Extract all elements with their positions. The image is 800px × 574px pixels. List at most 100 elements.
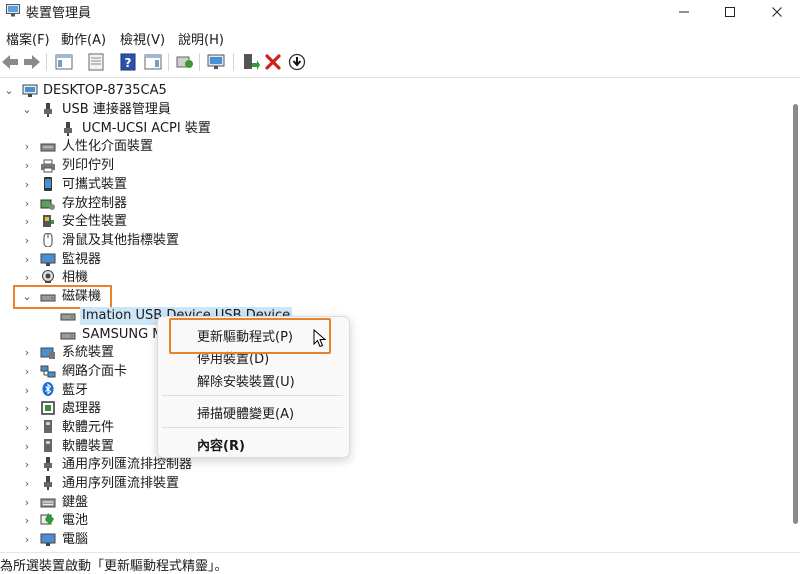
menu-file[interactable]: 檔案(F) (6, 29, 50, 48)
enable-device-icon[interactable] (240, 52, 260, 72)
collapsed-chevron-icon[interactable]: › (22, 419, 32, 437)
software-component-icon (44, 420, 52, 433)
forward-arrow-icon[interactable] (22, 52, 42, 72)
tree-item-label: 電腦 (62, 532, 89, 547)
maximize-button[interactable] (707, 0, 753, 24)
title-bar: 裝置管理員 (0, 0, 800, 24)
device-tree: ⌄ DESKTOP-8735CA5 ⌄ USB 連接器管理員 UCM-UCSI … (0, 80, 790, 549)
menu-bar: 檔案(F) 動作(A) 檢視(V) 說明(H) (0, 27, 800, 48)
tree-item-ucm-ucsi[interactable]: UCM-UCSI ACPI 裝置 (0, 120, 300, 138)
tree-item-label: 軟體裝置 (62, 439, 115, 454)
toolbar: ? (0, 49, 800, 78)
tree-item-label: 可攜式裝置 (62, 177, 128, 192)
collapsed-chevron-icon[interactable]: › (22, 251, 32, 269)
tree-item-mice[interactable]: › 滑鼠及其他指標裝置 (0, 232, 300, 250)
tree-item-label: USB 連接器管理員 (62, 102, 171, 117)
help-icon[interactable]: ? (118, 52, 138, 72)
menu-item-scan-hardware[interactable]: 掃描硬體變更(A) (197, 403, 294, 422)
battery-icon (40, 513, 54, 525)
mouse-cursor-icon (313, 329, 327, 348)
computer-icon (22, 84, 38, 97)
usb-connector-icon (44, 103, 52, 117)
tree-item-print-queues[interactable]: › 列印佇列 (0, 157, 300, 175)
tree-root[interactable]: ⌄ DESKTOP-8735CA5 (0, 82, 300, 100)
menu-view[interactable]: 檢視(V) (120, 29, 165, 48)
mouse-icon (43, 233, 53, 247)
disk-drive-icon (60, 313, 76, 321)
tree-item-computer[interactable]: › 電腦 (0, 531, 300, 549)
tree-item-label: 電池 (62, 513, 89, 528)
collapsed-chevron-icon[interactable]: › (22, 157, 32, 175)
tree-item-security-devices[interactable]: › 安全性裝置 (0, 213, 300, 231)
collapsed-chevron-icon[interactable]: › (22, 438, 32, 456)
tree-item-usb-connector[interactable]: ⌄ USB 連接器管理員 (0, 101, 300, 119)
software-device-icon (44, 439, 52, 452)
menu-help[interactable]: 說明(H) (178, 29, 224, 48)
tree-item-usb-devices[interactable]: › 通用序列匯流排裝置 (0, 475, 300, 493)
hid-keyboard-icon (40, 143, 56, 152)
collapsed-chevron-icon[interactable]: › (22, 475, 32, 493)
usb-device-icon (44, 476, 52, 490)
svg-text:?: ? (125, 56, 132, 70)
tree-item-keyboards[interactable]: › 鍵盤 (0, 494, 300, 512)
collapsed-chevron-icon[interactable]: › (22, 512, 32, 530)
processor-icon (41, 401, 55, 415)
security-device-icon (43, 215, 54, 227)
collapsed-chevron-icon[interactable]: › (22, 382, 32, 400)
menu-item-properties[interactable]: 內容(R) (197, 435, 245, 454)
tree-item-label: 監視器 (62, 252, 102, 267)
tree-item-label: 軟體元件 (62, 420, 115, 435)
collapsed-chevron-icon[interactable]: › (22, 531, 32, 549)
monitor-icon[interactable] (206, 52, 226, 72)
tree-item-label: 列印佇列 (62, 158, 115, 173)
tree-item-label: SAMSUNG M (82, 327, 164, 342)
tree-item-usb-controllers[interactable]: › 通用序列匯流排控制器 (0, 456, 300, 474)
collapsed-chevron-icon[interactable]: › (22, 400, 32, 418)
scan-hardware-icon[interactable] (175, 52, 195, 72)
tree-item-hid[interactable]: › 人性化介面裝置 (0, 138, 300, 156)
tree-item-label: 通用序列匯流排控制器 (62, 457, 193, 472)
collapsed-chevron-icon[interactable]: › (22, 213, 32, 231)
action-pane-icon[interactable] (143, 52, 163, 72)
collapsed-chevron-icon[interactable]: › (22, 176, 32, 194)
vertical-scrollbar[interactable] (793, 104, 798, 524)
disk-drive-icon (60, 332, 76, 340)
close-button[interactable] (754, 0, 800, 24)
maximize-icon (725, 7, 735, 17)
collapsed-chevron-icon[interactable]: › (22, 138, 32, 156)
collapsed-chevron-icon[interactable]: › (22, 363, 32, 381)
menu-action[interactable]: 動作(A) (61, 29, 106, 48)
menu-item-uninstall-device[interactable]: 解除安裝裝置(U) (197, 371, 295, 390)
tree-item-storage-controllers[interactable]: › 存放控制器 (0, 195, 300, 213)
expanded-chevron-icon[interactable]: ⌄ (4, 82, 14, 100)
close-icon (772, 7, 782, 17)
status-text: 為所選裝置啟動「更新驅動程式精靈」。 (0, 559, 228, 574)
tree-item-label: 藍牙 (62, 383, 89, 398)
minimize-button[interactable] (661, 0, 707, 24)
portable-device-icon (44, 177, 52, 191)
tree-item-label: 安全性裝置 (62, 214, 128, 229)
show-hide-console-tree-icon[interactable] (54, 52, 74, 72)
tree-item-label: 存放控制器 (62, 196, 128, 211)
printer-icon (41, 159, 55, 173)
collapsed-chevron-icon[interactable]: › (22, 195, 32, 213)
tree-item-label: 通用序列匯流排裝置 (62, 476, 180, 491)
tree-item-batteries[interactable]: › 電池 (0, 512, 300, 530)
disk-drives-highlight-box (13, 285, 112, 309)
tree-item-label: UCM-UCSI ACPI 裝置 (82, 121, 211, 136)
back-arrow-icon[interactable] (0, 52, 20, 72)
tree-item-monitors[interactable]: › 監視器 (0, 251, 300, 269)
collapsed-chevron-icon[interactable]: › (22, 232, 32, 250)
collapsed-chevron-icon[interactable]: › (22, 456, 32, 474)
computer-name: DESKTOP-8735CA5 (43, 83, 167, 98)
bluetooth-icon (42, 382, 54, 396)
properties-icon[interactable] (86, 52, 106, 72)
update-driver-icon[interactable] (287, 52, 307, 72)
tree-item-portable-devices[interactable]: › 可攜式裝置 (0, 176, 300, 194)
collapsed-chevron-icon[interactable]: › (22, 494, 32, 512)
expanded-chevron-icon[interactable]: ⌄ (22, 101, 32, 119)
uninstall-x-icon[interactable] (263, 52, 283, 72)
collapsed-chevron-icon[interactable]: › (22, 344, 32, 362)
network-adapter-icon (40, 365, 56, 378)
update-driver-highlight-box (169, 318, 331, 354)
